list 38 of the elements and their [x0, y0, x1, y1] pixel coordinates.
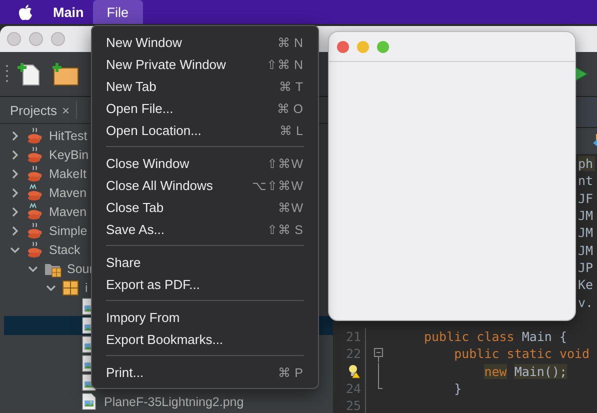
line-number: 22 — [346, 346, 361, 362]
tree-item-label: PlaneF-35Lightning2.png — [104, 394, 244, 408]
shortcut-label: ⇧⌘ S — [267, 222, 303, 236]
line-number: 21 — [346, 329, 361, 344]
code-line: new Main(); — [483, 364, 568, 379]
shortcut-label: ⌘W — [278, 200, 303, 214]
shortcut-label: ⌘ T — [279, 78, 303, 94]
code-text: v. — [578, 294, 594, 310]
code-text: JM — [578, 225, 594, 240]
shortcut-label: ⇧⌘W — [267, 156, 303, 170]
shortcut-label: ⌘ P — [278, 364, 303, 380]
shortcut-label: ⌘ L — [280, 122, 303, 138]
projects-tab-label: Projects — [10, 102, 57, 118]
code-text: JM — [578, 242, 594, 258]
tree-item-label: i — [85, 280, 88, 294]
tree-item-label: Maven — [49, 204, 87, 218]
code-text: Ke — [578, 277, 594, 292]
code-text: JM — [578, 208, 594, 224]
code-text: JP — [578, 260, 594, 275]
code-line: public static void — [453, 346, 590, 362]
tree-item-label: Maven — [49, 186, 87, 200]
shortcut-label: ⌥⇧⌘W — [252, 178, 303, 192]
code-line: } — [453, 381, 462, 396]
tree-item-label: Sour — [67, 262, 94, 276]
tree-item-label: Stack — [49, 242, 80, 256]
tree-item-label: KeyBin — [49, 148, 89, 162]
tree-item-label: Simple — [49, 224, 88, 238]
line-number: 24 — [346, 381, 361, 396]
tree-item-label: MakeIt — [49, 166, 87, 180]
code-text: JF — [578, 190, 594, 206]
shortcut-label: ⌘ N — [278, 34, 303, 50]
code-text: ph — [578, 156, 596, 172]
code-line: public class Main { — [423, 329, 567, 344]
tree-item-label: HitTest — [49, 128, 88, 142]
shortcut-label: ⌘ O — [276, 100, 303, 116]
shortcut-label: ⇧⌘ N — [266, 56, 303, 72]
code-text: nt — [578, 173, 594, 188]
line-number: 25 — [346, 398, 361, 413]
